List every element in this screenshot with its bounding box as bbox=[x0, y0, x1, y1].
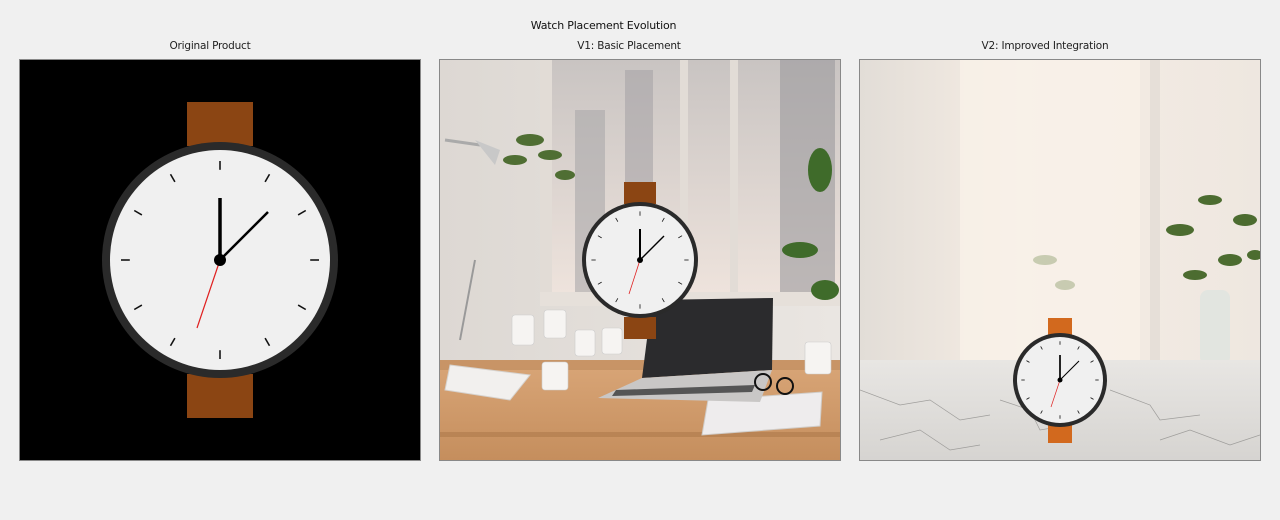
figure-title: Watch Placement Evolution bbox=[530, 19, 677, 32]
panel-title-v2: V2: Improved Integration bbox=[981, 40, 1109, 52]
v2-placement-image bbox=[859, 59, 1261, 461]
original-product-image bbox=[19, 59, 421, 461]
watch-strap-bottom bbox=[624, 317, 656, 339]
watch-strap-bottom bbox=[187, 374, 253, 418]
panel-title-v1: V1: Basic Placement bbox=[577, 40, 681, 52]
v1-placement-image bbox=[439, 59, 841, 461]
watch-strap-top bbox=[187, 102, 253, 146]
panel-title-original: Original Product bbox=[169, 40, 251, 52]
watch-strap-bottom bbox=[1048, 425, 1072, 443]
watch-strap-top bbox=[624, 182, 656, 204]
